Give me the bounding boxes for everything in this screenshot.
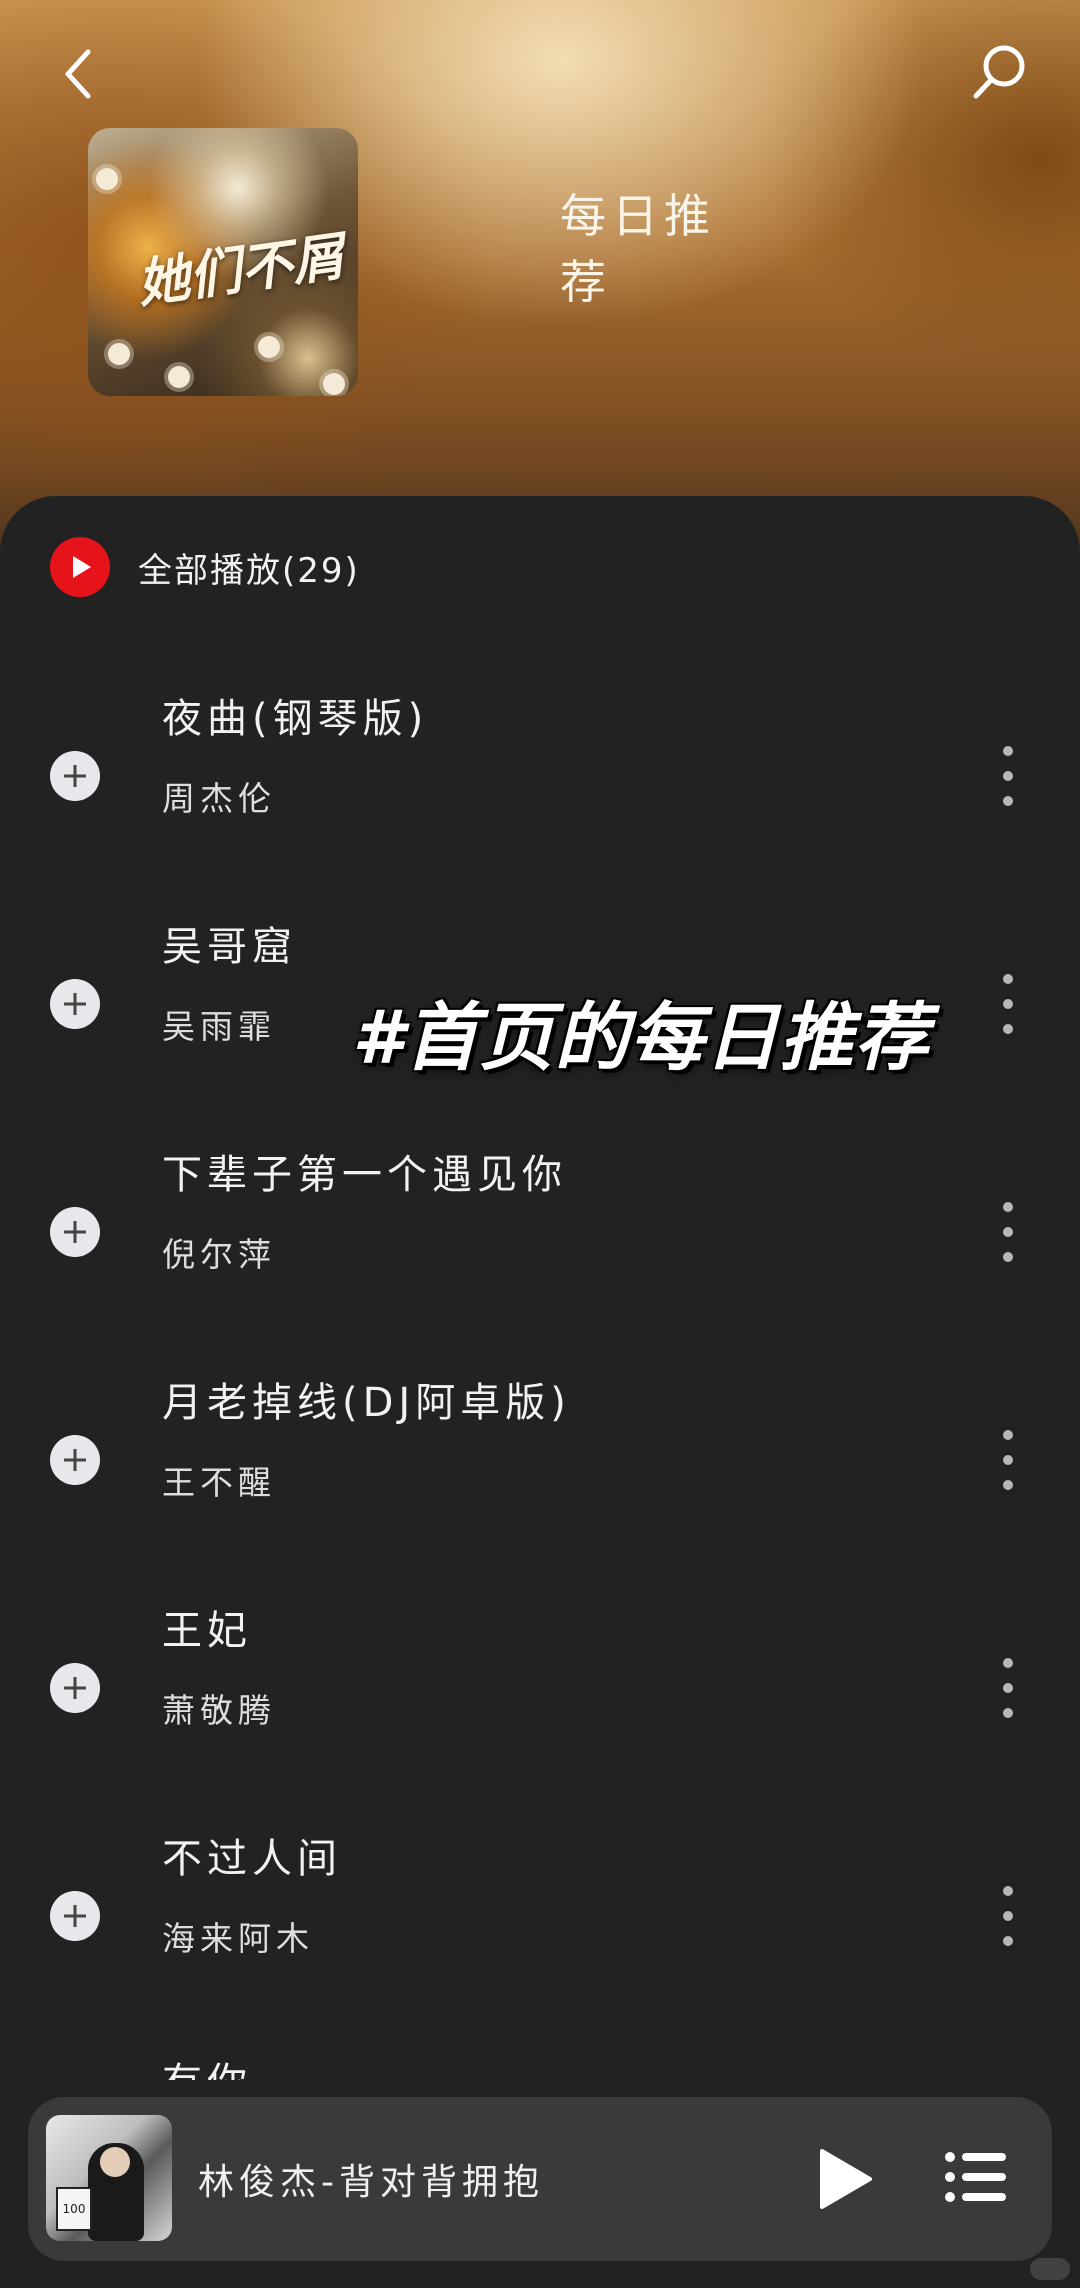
song-row[interactable]: 月老掉线(DJ阿卓版) 王不醒 <box>0 1320 1080 1548</box>
song-row[interactable]: 不过人间 海来阿木 <box>0 1776 1080 2004</box>
song-title: 下辈子第一个遇见你 <box>162 1152 567 1198</box>
add-button[interactable] <box>50 1435 100 1485</box>
search-button[interactable] <box>968 40 1032 104</box>
watermark <box>1030 2258 1070 2280</box>
song-title: 夜曲(钢琴版) <box>162 696 429 742</box>
flower-decoration <box>258 336 280 358</box>
album-cover[interactable]: 她们不屑 <box>88 128 358 396</box>
add-button[interactable] <box>50 751 100 801</box>
album-art-title: 她们不屑 <box>133 225 348 316</box>
flower-decoration <box>96 168 118 190</box>
song-title: 王妃 <box>162 1608 252 1654</box>
song-title: 月老掉线(DJ阿卓版) <box>162 1380 571 1426</box>
overlay-caption: #首页的每日推荐 <box>352 995 930 1081</box>
back-button[interactable] <box>52 44 112 104</box>
flower-decoration <box>168 366 190 388</box>
song-row[interactable]: 王妃 萧敬腾 <box>0 1548 1080 1776</box>
song-artist: 周杰伦 <box>162 779 276 818</box>
song-artist: 萧敬腾 <box>162 1691 276 1730</box>
song-title-partial: 有你 <box>162 2050 252 2080</box>
add-button[interactable] <box>50 1663 100 1713</box>
plus-icon <box>64 1905 86 1927</box>
search-icon <box>973 45 1025 99</box>
plus-icon <box>64 765 86 787</box>
more-options-icon[interactable] <box>996 1202 1020 1262</box>
cover-tag: 100 <box>56 2187 92 2231</box>
plus-icon <box>64 993 86 1015</box>
song-title: 吴哥窟 <box>162 924 297 970</box>
mini-player-cover[interactable]: 100 <box>46 2115 172 2241</box>
playlist-button[interactable] <box>944 2149 1008 2205</box>
plus-icon <box>64 1449 86 1471</box>
mini-player[interactable]: 100 林俊杰-背对背拥抱 <box>28 2097 1052 2261</box>
more-options-icon[interactable] <box>996 746 1020 806</box>
play-icon <box>820 2149 872 2209</box>
more-options-icon[interactable] <box>996 1430 1020 1490</box>
flower-decoration <box>323 373 345 395</box>
more-options-icon[interactable] <box>996 1658 1020 1718</box>
more-options-icon[interactable] <box>996 1886 1020 1946</box>
flower-decoration <box>108 343 130 365</box>
playlist-icon <box>945 2152 1006 2202</box>
play-all-label: 全部播放(29) <box>138 550 360 591</box>
plus-icon <box>64 1221 86 1243</box>
screen: 她们不屑 每日推荐 全部播放(29) 夜曲(钢琴版) 周杰伦 吴哥窟 吴雨霏 下… <box>0 0 1080 2288</box>
song-artist: 王不醒 <box>162 1463 276 1502</box>
song-row[interactable]: 夜曲(钢琴版) 周杰伦 <box>0 636 1080 864</box>
plus-icon <box>64 1677 86 1699</box>
song-title: 不过人间 <box>162 1836 342 1882</box>
add-button[interactable] <box>50 1207 100 1257</box>
play-all-button[interactable]: 全部播放(29) <box>50 536 360 598</box>
more-options-icon[interactable] <box>996 974 1020 1034</box>
page-title: 每日推荐 <box>560 189 716 309</box>
play-circle-icon <box>50 537 110 597</box>
add-button[interactable] <box>50 979 100 1029</box>
add-button[interactable] <box>50 1891 100 1941</box>
mini-play-button[interactable] <box>814 2149 874 2209</box>
cover-face <box>100 2147 130 2177</box>
song-artist: 海来阿木 <box>162 1919 314 1958</box>
chevron-left-icon <box>65 49 91 99</box>
song-row[interactable]: 下辈子第一个遇见你 倪尔萍 <box>0 1092 1080 1320</box>
song-artist: 倪尔萍 <box>162 1235 276 1274</box>
mini-player-track: 林俊杰-背对背拥抱 <box>198 2162 544 2203</box>
song-artist: 吴雨霏 <box>162 1007 276 1046</box>
